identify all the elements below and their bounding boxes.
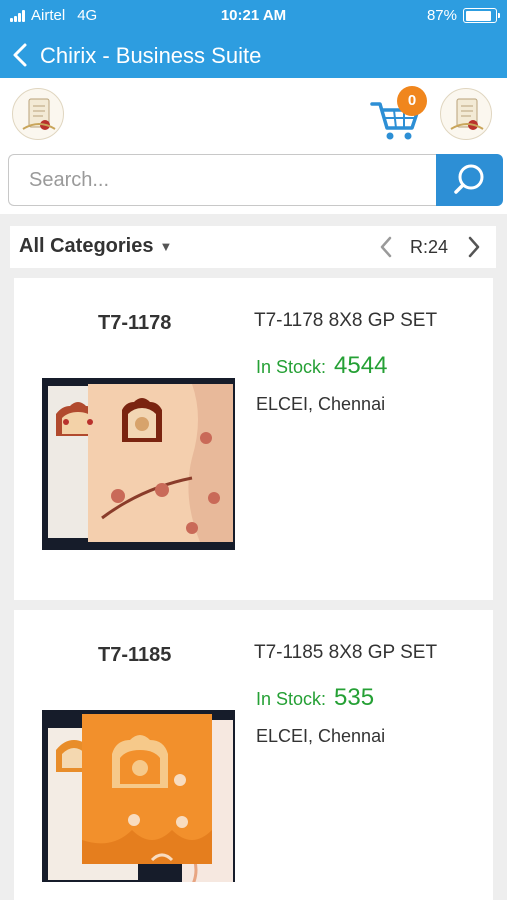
category-dropdown[interactable]: All Categories ▼ xyxy=(19,235,172,258)
search-button[interactable] xyxy=(436,154,503,206)
product-name: T7-1185 8X8 GP SET xyxy=(254,642,438,663)
stock-label: In Stock: xyxy=(256,357,327,377)
search-icon xyxy=(454,164,484,194)
product-image[interactable] xyxy=(42,710,235,882)
nav-title: Chirix - Business Suite xyxy=(40,43,262,68)
product-location: ELCEI, Chennai xyxy=(256,726,386,746)
battery-percent: 87% xyxy=(426,7,457,24)
search-input[interactable] xyxy=(9,155,438,205)
status-right: 87% xyxy=(426,7,500,24)
chevron-left-icon[interactable] xyxy=(8,41,32,69)
profile-avatar[interactable] xyxy=(440,88,492,140)
cart-count-badge: 0 xyxy=(397,86,427,116)
status-bar: Airtel 4G 10:21 AM 87% xyxy=(0,0,507,32)
nav-bar: Chirix - Business Suite xyxy=(0,32,507,78)
product-card[interactable]: T7-1185 T7-1185 8X8 GP SET In Stock: 535 … xyxy=(14,610,493,900)
product-code: T7-1185 xyxy=(98,644,172,666)
search-box xyxy=(8,154,438,206)
stock-info: In Stock: 535 xyxy=(256,684,374,712)
range-label: R:24 xyxy=(410,237,449,257)
company-logo[interactable] xyxy=(12,88,64,140)
product-name: T7-1178 8X8 GP SET xyxy=(254,310,438,331)
header-row xyxy=(0,78,507,148)
category-label: All Categories xyxy=(19,235,154,257)
chevron-right-icon[interactable] xyxy=(464,234,484,260)
stock-quantity: 535 xyxy=(334,684,375,711)
stock-label: In Stock: xyxy=(256,689,327,709)
caret-down-icon: ▼ xyxy=(159,239,173,254)
product-location: ELCEI, Chennai xyxy=(256,394,386,414)
search-row xyxy=(0,148,507,214)
category-bar: All Categories ▼ R:24 xyxy=(10,226,496,268)
stock-info: In Stock: 4544 xyxy=(256,352,387,380)
stock-quantity: 4544 xyxy=(334,352,388,379)
battery-icon xyxy=(463,8,500,23)
product-image[interactable] xyxy=(42,378,235,550)
product-code: T7-1178 xyxy=(98,312,172,334)
product-card[interactable]: T7-1178 T7-1178 8X8 GP SET In Stock: 4544… xyxy=(14,278,493,600)
chevron-left-icon[interactable] xyxy=(376,234,396,260)
